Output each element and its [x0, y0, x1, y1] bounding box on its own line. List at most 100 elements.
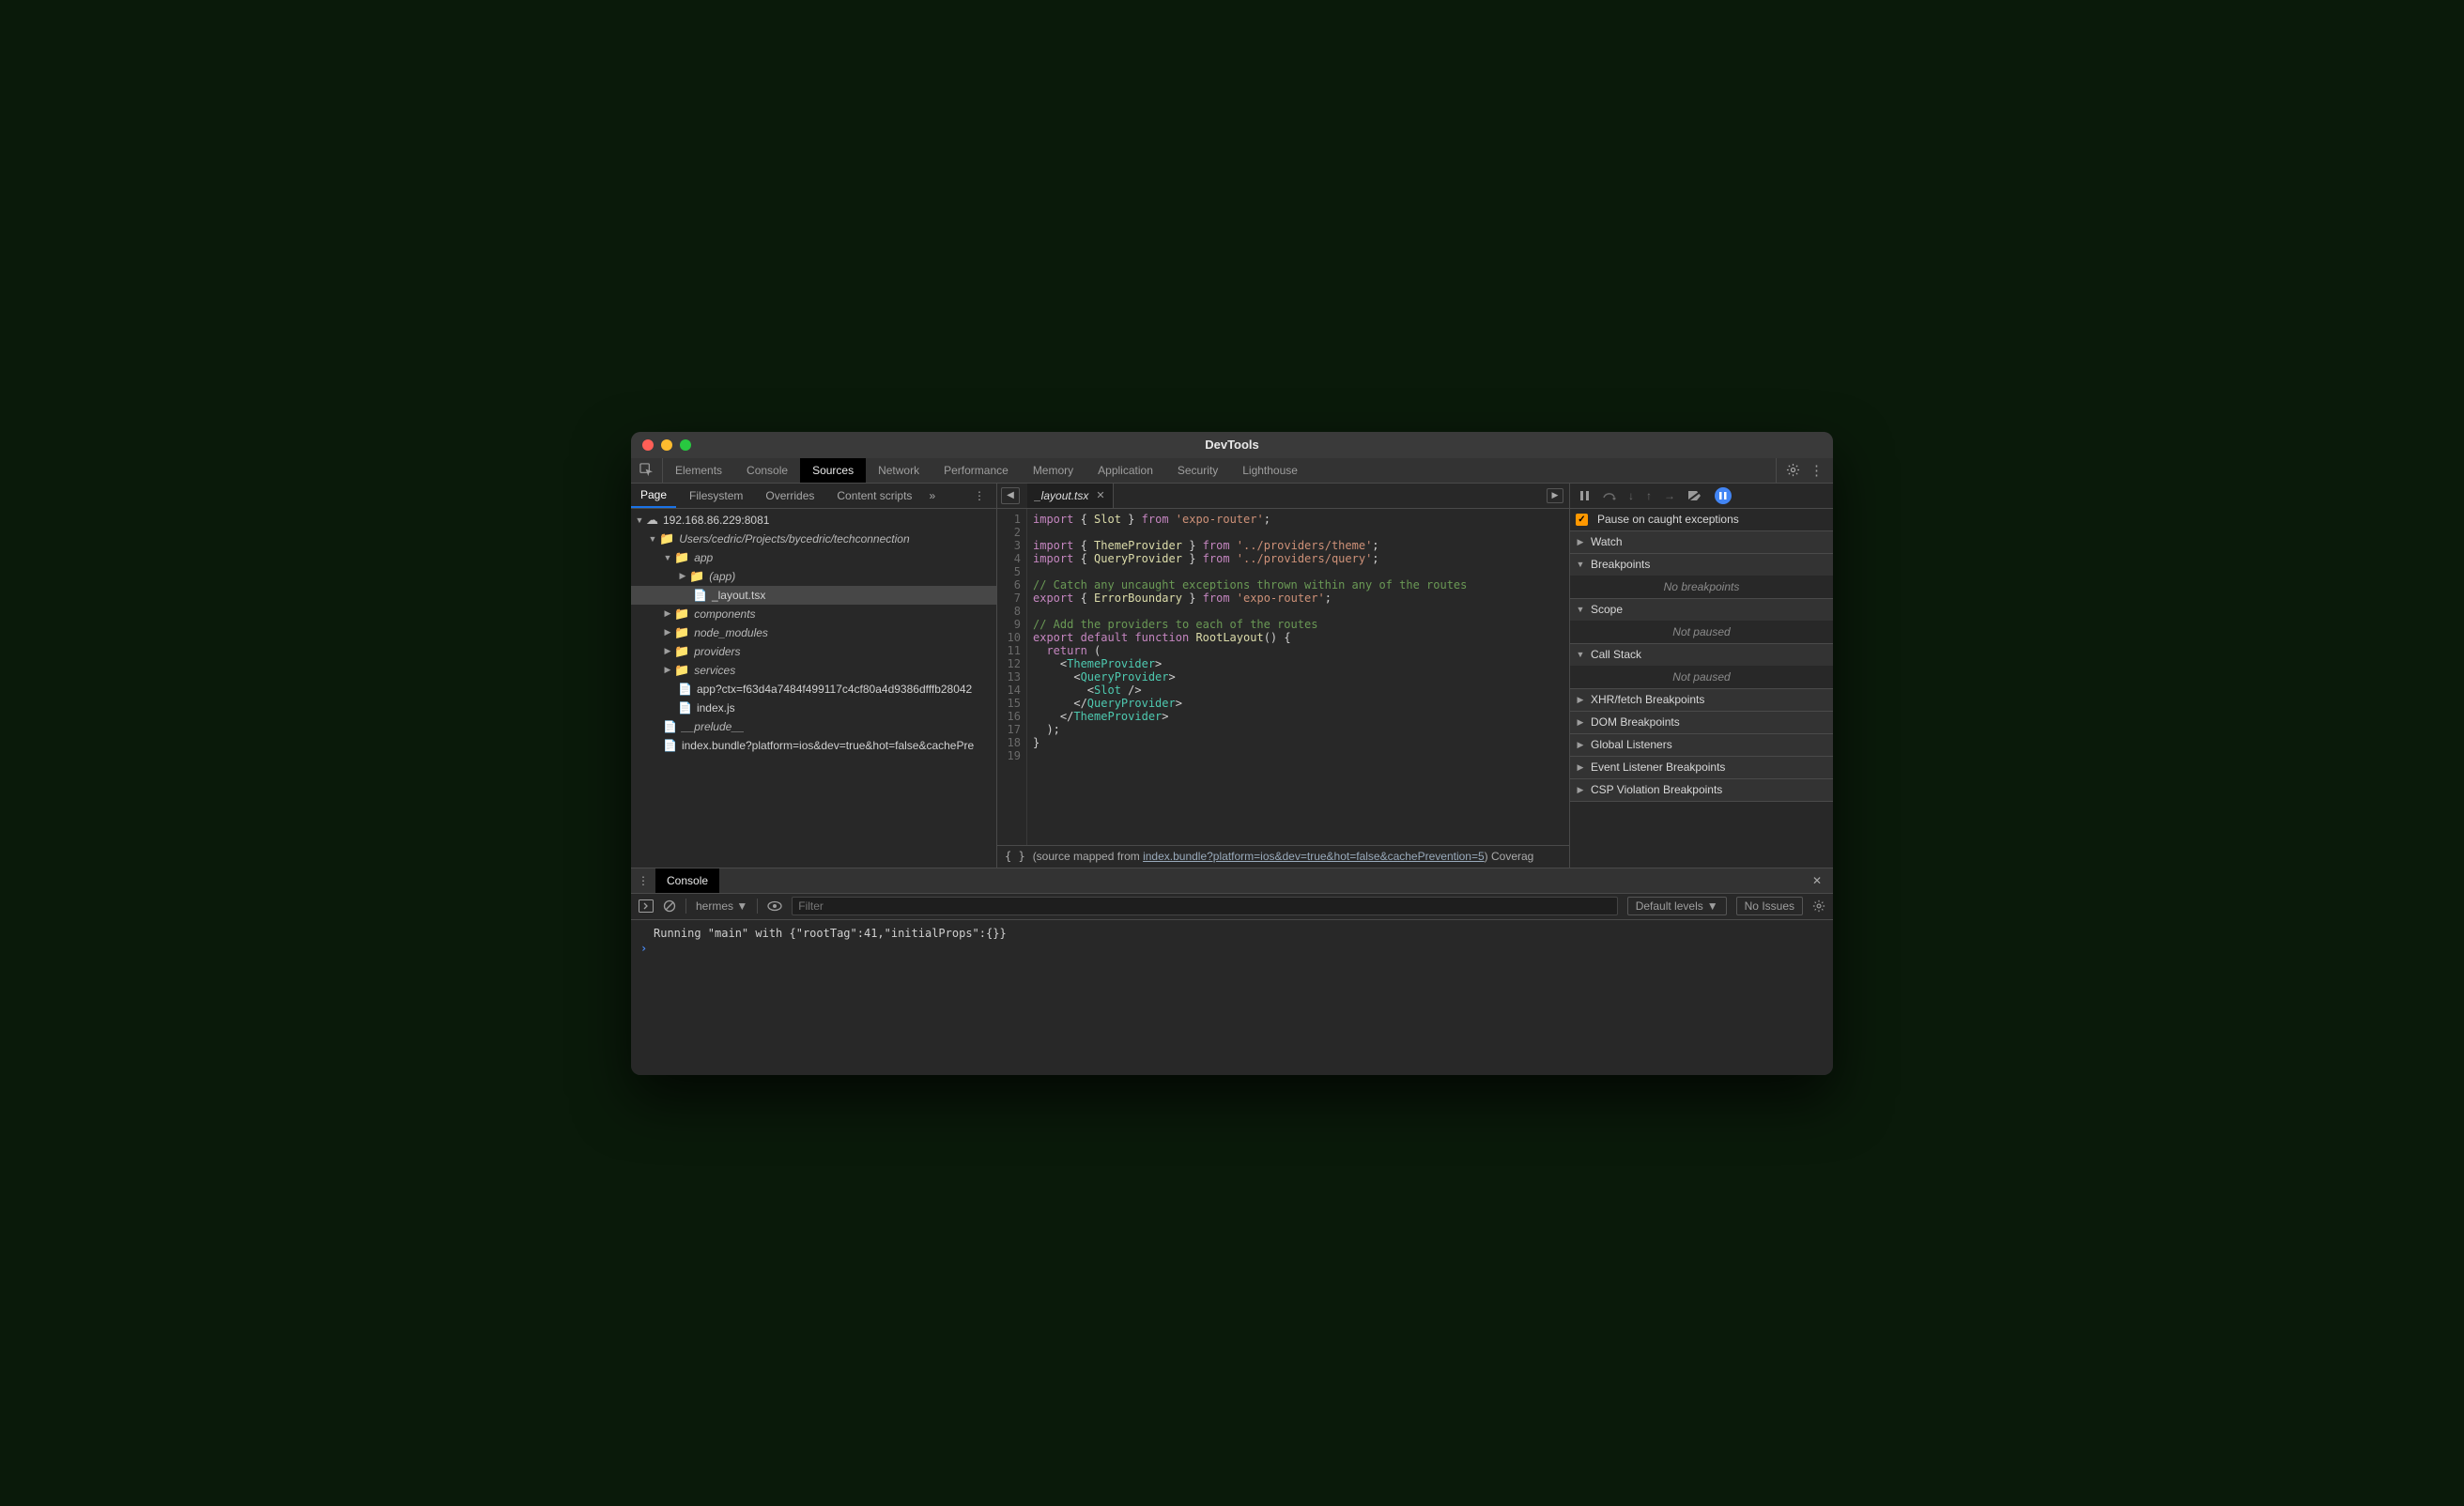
tab-application[interactable]: Application: [1086, 458, 1165, 483]
breakpoints-section-header[interactable]: ▼Breakpoints: [1570, 554, 1833, 576]
pretty-print-icon[interactable]: { }: [1005, 850, 1025, 863]
tab-console[interactable]: Console: [734, 458, 800, 483]
tree-prelude-file[interactable]: 📄 __prelude__: [631, 717, 996, 736]
inspect-element-icon[interactable]: [631, 458, 663, 483]
checkbox-checked-icon: ✓: [1576, 514, 1588, 526]
editor-file-tab[interactable]: _layout.tsx ✕: [1027, 484, 1114, 508]
clear-console-icon[interactable]: [663, 899, 676, 913]
line-gutter: 12345678910111213141516171819: [997, 509, 1027, 845]
tab-performance[interactable]: Performance: [932, 458, 1021, 483]
tab-elements[interactable]: Elements: [663, 458, 734, 483]
drawer-menu-icon[interactable]: ⋮: [631, 874, 655, 887]
status-suffix: ) Coverag: [1485, 850, 1534, 863]
tree-index-file[interactable]: 📄 index.js: [631, 699, 996, 717]
subtab-page[interactable]: Page: [631, 484, 676, 508]
tab-sources[interactable]: Sources: [800, 458, 866, 483]
toggle-navigator-button[interactable]: ◀: [1001, 487, 1020, 504]
drawer-tabstrip: ⋮ Console ✕: [631, 868, 1833, 894]
source-map-link[interactable]: index.bundle?platform=ios&dev=true&hot=f…: [1143, 850, 1485, 863]
event-listener-bp-header[interactable]: ▶Event Listener Breakpoints: [1570, 757, 1833, 778]
step-out-icon[interactable]: ↑: [1646, 489, 1652, 502]
tree-providers-folder[interactable]: ▶ 📁 providers: [631, 642, 996, 661]
folder-icon: 📁: [674, 625, 689, 640]
pause-on-exceptions-icon[interactable]: [1715, 487, 1732, 504]
breakpoints-label: Breakpoints: [1591, 558, 1650, 571]
tree-project-folder[interactable]: ▼ 📁 Users/cedric/Projects/bycedric/techc…: [631, 530, 996, 548]
titlebar: DevTools: [631, 432, 1833, 458]
subtab-content-scripts[interactable]: Content scripts: [827, 484, 921, 508]
tree-components-folder[interactable]: ▶ 📁 components: [631, 605, 996, 623]
file-icon: 📄: [663, 720, 677, 733]
tab-network[interactable]: Network: [866, 458, 932, 483]
tab-memory[interactable]: Memory: [1021, 458, 1086, 483]
log-levels-selector[interactable]: Default levels▼: [1627, 897, 1727, 915]
debugger-panel: ↓ ↑ → ✓ Pause on caught exceptions ▶Watc…: [1570, 484, 1833, 868]
event-listener-label: Event Listener Breakpoints: [1591, 761, 1725, 774]
step-into-icon[interactable]: ↓: [1628, 489, 1634, 502]
tree-app-inner-folder[interactable]: ▶ 📁 (app): [631, 567, 996, 586]
console-filter-input[interactable]: [792, 897, 1617, 915]
code-editor[interactable]: 12345678910111213141516171819 import { S…: [997, 509, 1569, 845]
console-settings-gear-icon[interactable]: [1812, 899, 1825, 913]
editor-file-tab-label: _layout.tsx: [1035, 489, 1088, 502]
xhr-label: XHR/fetch Breakpoints: [1591, 693, 1704, 706]
callstack-section-header[interactable]: ▼Call Stack: [1570, 644, 1833, 666]
console-sidebar-toggle-icon[interactable]: [639, 899, 654, 913]
navigator-subtabs: Page Filesystem Overrides Content script…: [631, 484, 996, 509]
issues-button[interactable]: No Issues: [1736, 897, 1803, 915]
tree-origin[interactable]: ▼ ☁ 192.168.86.229:8081: [631, 511, 996, 530]
zoom-window-button[interactable]: [680, 439, 691, 451]
folder-icon: 📁: [674, 550, 689, 565]
global-listeners-label: Global Listeners: [1591, 738, 1672, 751]
drawer-console-tab[interactable]: Console: [655, 868, 719, 893]
tree-services-folder[interactable]: ▶ 📁 services: [631, 661, 996, 680]
pause-script-icon[interactable]: [1579, 490, 1591, 501]
tree-prelude-label: __prelude__: [682, 720, 745, 733]
settings-gear-icon[interactable]: [1786, 463, 1800, 477]
file-tree: ▼ ☁ 192.168.86.229:8081 ▼ 📁 Users/cedric…: [631, 509, 996, 868]
dom-breakpoints-header[interactable]: ▶DOM Breakpoints: [1570, 712, 1833, 733]
tab-lighthouse[interactable]: Lighthouse: [1230, 458, 1310, 483]
scope-section-header[interactable]: ▼Scope: [1570, 599, 1833, 621]
folder-icon: 📁: [674, 663, 689, 678]
csp-violation-bp-header[interactable]: ▶CSP Violation Breakpoints: [1570, 779, 1833, 801]
context-selector[interactable]: hermes ▼: [696, 899, 747, 913]
subtab-overrides[interactable]: Overrides: [756, 484, 824, 508]
global-listeners-header[interactable]: ▶Global Listeners: [1570, 734, 1833, 756]
editor-tabstrip: ◀ _layout.tsx ✕ ▶: [997, 484, 1569, 509]
pause-on-caught-label: Pause on caught exceptions: [1597, 513, 1739, 526]
step-over-icon[interactable]: [1603, 490, 1616, 501]
navigator-menu-icon[interactable]: ⋮: [968, 489, 991, 502]
callstack-label: Call Stack: [1591, 648, 1641, 661]
tree-layout-file[interactable]: 📄 _layout.tsx: [631, 586, 996, 605]
deactivate-breakpoints-icon[interactable]: [1687, 490, 1702, 501]
console-prompt[interactable]: ›: [640, 941, 1824, 956]
tree-node-modules-folder[interactable]: ▶ 📁 node_modules: [631, 623, 996, 642]
minimize-window-button[interactable]: [661, 439, 672, 451]
close-drawer-icon[interactable]: ✕: [1801, 874, 1833, 887]
context-label: hermes: [696, 899, 733, 913]
console-output[interactable]: Running "main" with {"rootTag":41,"initi…: [631, 920, 1833, 1075]
file-icon: 📄: [678, 683, 692, 696]
xhr-breakpoints-header[interactable]: ▶XHR/fetch Breakpoints: [1570, 689, 1833, 711]
status-prefix: (source mapped from: [1033, 850, 1143, 863]
close-tab-icon[interactable]: ✕: [1096, 489, 1104, 501]
tree-bundle-file[interactable]: 📄 index.bundle?platform=ios&dev=true&hot…: [631, 736, 996, 755]
tree-bundle-label: index.bundle?platform=ios&dev=true&hot=f…: [682, 739, 974, 752]
tab-security[interactable]: Security: [1165, 458, 1230, 483]
live-expression-icon[interactable]: [767, 900, 782, 912]
tree-ctx-label: app?ctx=f63d4a7484f499117c4cf80a4d9386df…: [697, 683, 972, 696]
kebab-menu-icon[interactable]: ⋮: [1810, 462, 1824, 479]
folder-icon: 📁: [659, 531, 674, 546]
close-window-button[interactable]: [642, 439, 654, 451]
tree-ctx-file[interactable]: 📄 app?ctx=f63d4a7484f499117c4cf80a4d9386…: [631, 680, 996, 699]
tree-app-folder[interactable]: ▼ 📁 app: [631, 548, 996, 567]
watch-label: Watch: [1591, 535, 1623, 548]
tree-origin-label: 192.168.86.229:8081: [663, 514, 769, 527]
subtab-filesystem[interactable]: Filesystem: [680, 484, 752, 508]
watch-section-header[interactable]: ▶Watch: [1570, 531, 1833, 553]
toggle-debugger-button[interactable]: ▶: [1547, 488, 1563, 503]
pause-on-caught-row[interactable]: ✓ Pause on caught exceptions: [1570, 509, 1833, 530]
more-tabs-icon[interactable]: »: [929, 489, 935, 502]
step-icon[interactable]: →: [1664, 489, 1675, 502]
